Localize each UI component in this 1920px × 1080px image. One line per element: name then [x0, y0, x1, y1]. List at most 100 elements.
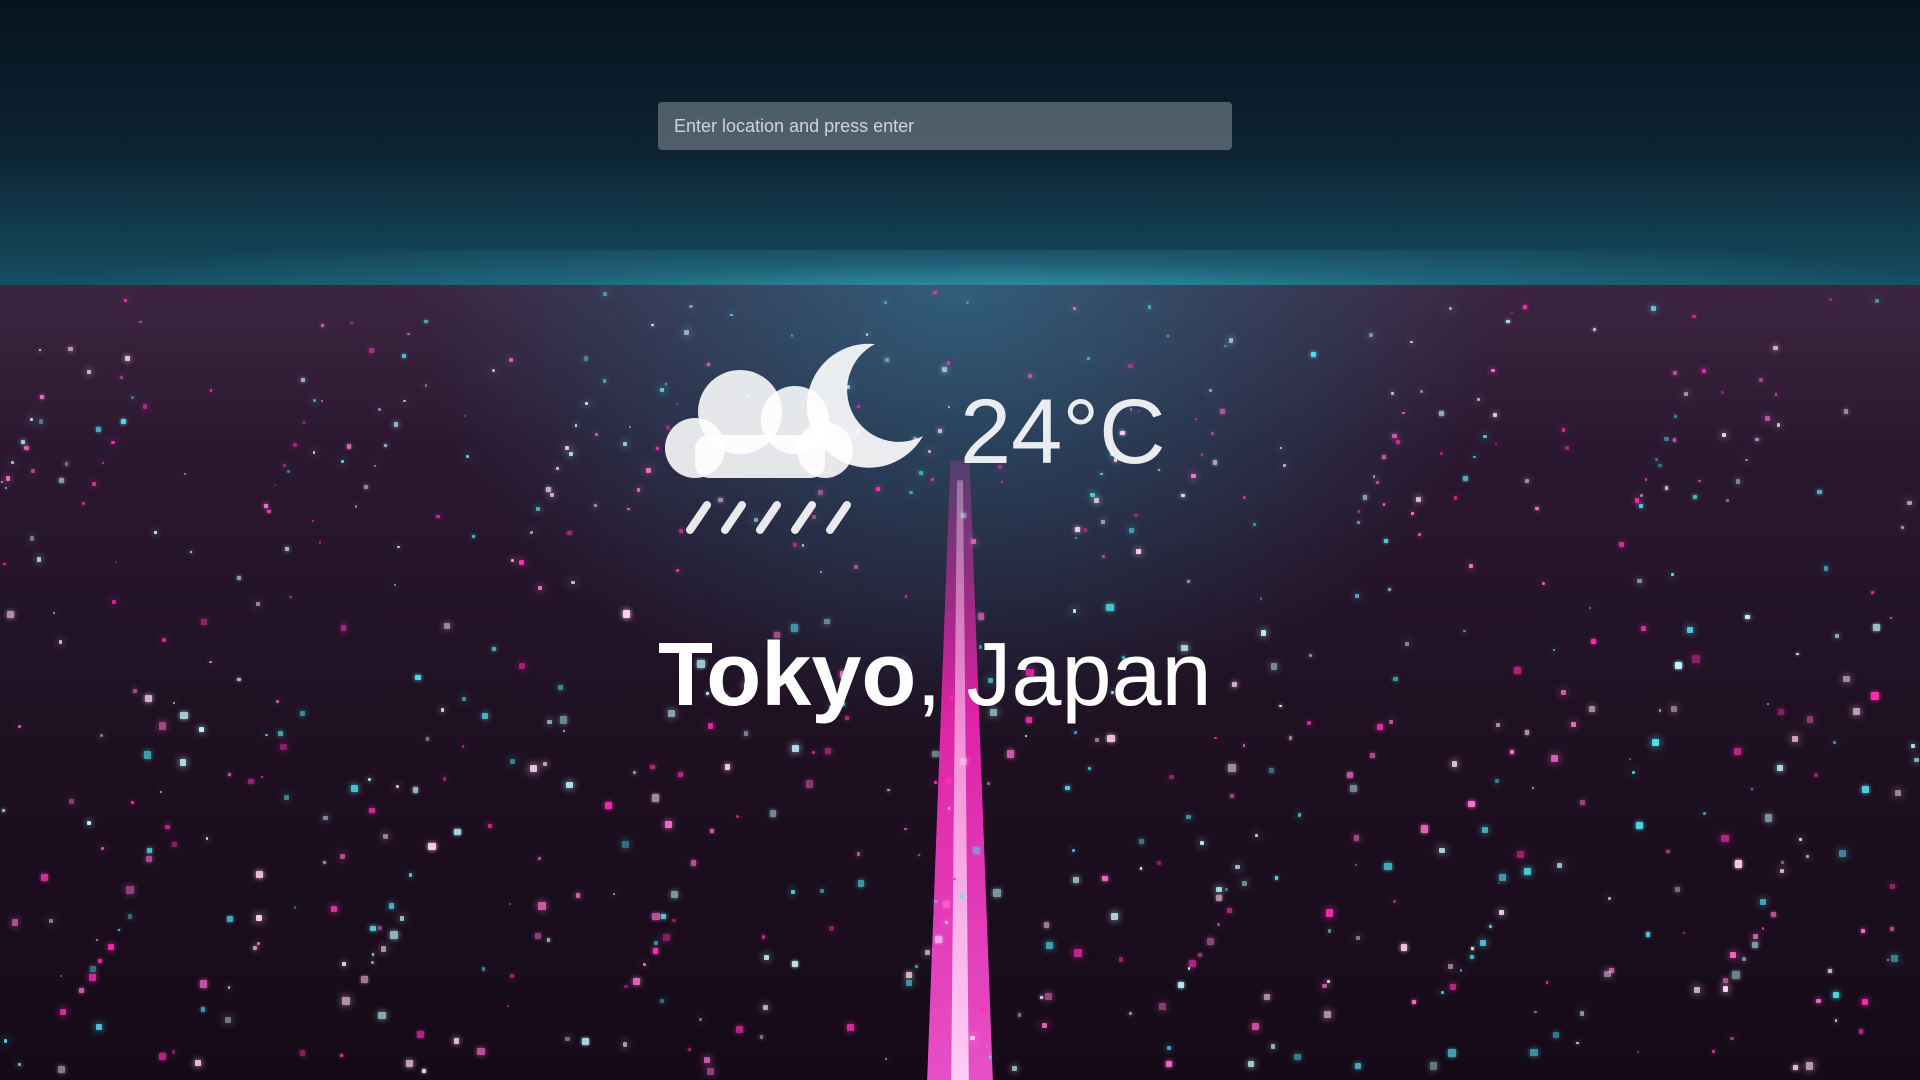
city-light — [1118, 956, 1124, 962]
city-light — [566, 781, 573, 789]
city-light — [584, 401, 589, 406]
city-light — [1552, 648, 1555, 652]
location-search-input[interactable] — [658, 102, 1232, 150]
city-light — [1417, 533, 1421, 536]
city-light — [180, 711, 188, 720]
city-light — [1499, 910, 1505, 916]
city-light — [179, 759, 187, 766]
city-light — [377, 1011, 386, 1020]
city-light — [1325, 909, 1334, 917]
city-light — [48, 918, 54, 924]
city-light — [5, 476, 11, 481]
city-light — [346, 444, 351, 449]
city-light — [651, 794, 659, 802]
city-light — [4, 487, 7, 490]
city-light — [383, 834, 389, 839]
city-light — [299, 1050, 305, 1056]
city-light — [383, 443, 388, 448]
city-light — [273, 484, 276, 487]
city-light — [491, 646, 496, 651]
city-light — [966, 301, 970, 304]
city-light — [652, 948, 659, 954]
city-light — [944, 920, 949, 925]
city-light — [146, 847, 152, 853]
city-light — [847, 1024, 855, 1032]
city-light — [1513, 667, 1521, 674]
city-light — [172, 841, 177, 847]
city-light — [1764, 415, 1770, 421]
city-light — [1635, 498, 1640, 503]
city-light — [1693, 495, 1697, 499]
city-light — [1564, 445, 1569, 450]
city-light — [1453, 496, 1457, 500]
city-light — [378, 408, 381, 411]
city-light — [545, 486, 551, 492]
city-light — [3, 1038, 8, 1043]
city-light — [1901, 526, 1905, 529]
city-light — [340, 1054, 344, 1057]
city-light — [763, 954, 770, 961]
city-light — [1101, 875, 1108, 882]
city-light — [887, 788, 890, 791]
city-light — [1764, 814, 1773, 822]
city-light — [17, 725, 21, 729]
city-light — [960, 512, 966, 518]
city-light — [1683, 391, 1688, 396]
city-light — [1773, 346, 1778, 351]
city-light — [1159, 1003, 1167, 1011]
city-light — [1576, 1041, 1579, 1044]
city-light — [1886, 958, 1889, 961]
city-light — [1722, 986, 1729, 992]
city-name: Tokyo — [658, 625, 917, 725]
city-light — [67, 346, 73, 352]
city-light — [477, 1047, 485, 1056]
city-light — [1816, 998, 1821, 1003]
city-light — [805, 780, 814, 788]
city-light — [1607, 896, 1612, 900]
city-light — [1, 808, 5, 812]
city-light — [1861, 998, 1868, 1006]
city-light — [1721, 834, 1729, 843]
city-light — [819, 888, 824, 893]
city-light — [1792, 736, 1799, 743]
city-light — [662, 933, 671, 942]
city-light — [1675, 662, 1682, 669]
city-light — [537, 901, 546, 910]
city-light — [1525, 479, 1529, 483]
city-light — [1777, 764, 1784, 771]
city-light — [905, 979, 913, 987]
city-light — [280, 743, 287, 751]
city-light — [646, 467, 652, 473]
city-light — [400, 916, 405, 921]
city-light — [1354, 594, 1359, 598]
city-light — [1914, 757, 1919, 763]
city-light — [1890, 955, 1898, 962]
city-light — [1241, 881, 1247, 887]
city-light — [959, 894, 963, 898]
city-light — [985, 1044, 988, 1047]
city-light — [224, 1016, 231, 1024]
city-light — [575, 893, 581, 898]
city-light — [98, 958, 103, 963]
city-light — [369, 348, 374, 353]
city-light — [1506, 319, 1510, 323]
city-light — [158, 1052, 166, 1060]
city-light — [1590, 639, 1596, 645]
city-light — [1178, 981, 1185, 989]
city-light — [946, 777, 953, 784]
city-light — [393, 584, 396, 587]
city-light — [1870, 692, 1879, 700]
city-light — [942, 900, 951, 909]
city-light — [736, 815, 739, 818]
city-light — [88, 973, 97, 982]
city-light — [1209, 389, 1212, 392]
city-light — [1134, 513, 1138, 518]
city-light — [1495, 778, 1500, 783]
city-light — [1270, 663, 1277, 670]
city-light — [857, 880, 865, 887]
city-light — [1843, 675, 1850, 683]
city-light — [970, 1035, 975, 1041]
city-light — [1129, 1012, 1132, 1015]
city-light — [1721, 391, 1724, 394]
city-light — [1570, 722, 1577, 728]
